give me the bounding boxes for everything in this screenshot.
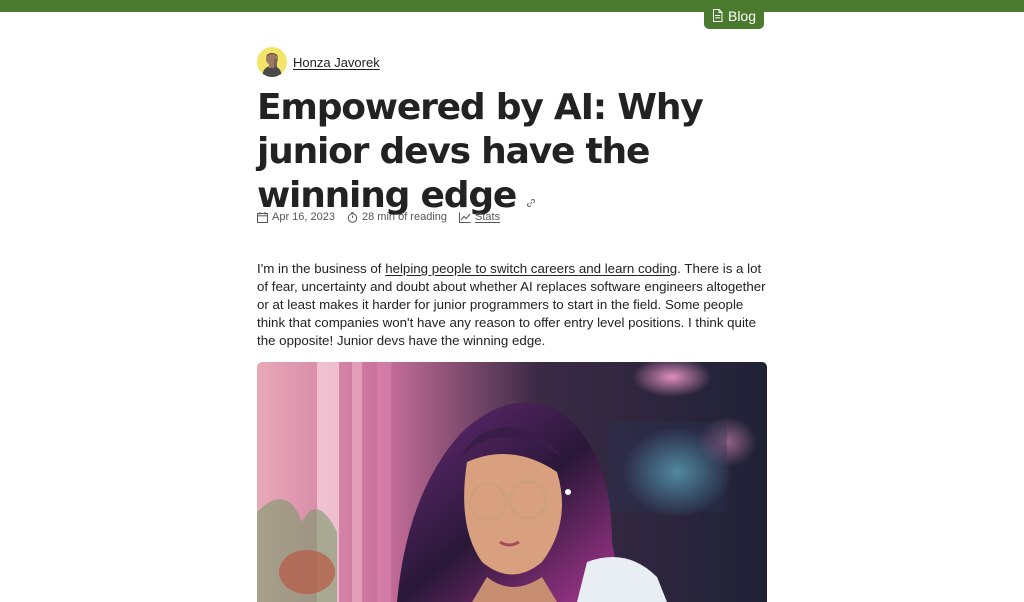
line-chart-icon	[459, 212, 471, 223]
stats-link[interactable]: Stats	[475, 211, 500, 223]
date-meta: Apr 16, 2023	[257, 211, 335, 223]
reading-time-meta: 28 min of reading	[347, 211, 447, 223]
stopwatch-icon	[347, 211, 358, 223]
avatar[interactable]	[257, 47, 287, 77]
article-title-text: Empowered by AI: Why junior devs have th…	[257, 87, 704, 216]
document-icon	[712, 9, 723, 22]
permalink-icon[interactable]	[526, 175, 536, 219]
career-switch-link[interactable]: helping people to switch careers and lea…	[385, 261, 677, 276]
intro-text-before: I'm in the business of	[257, 261, 386, 276]
stats-meta[interactable]: Stats	[459, 211, 500, 223]
top-accent-bar	[0, 0, 1024, 12]
blog-nav-label: Blog	[727, 7, 757, 24]
author-name-link[interactable]: Honza Javorek	[293, 55, 380, 70]
blog-nav-button[interactable]: Blog	[704, 0, 764, 29]
article-date: Apr 16, 2023	[272, 211, 335, 223]
author-byline: Honza Javorek	[257, 47, 380, 77]
article-meta: Apr 16, 2023 28 min of reading Stats	[257, 210, 512, 224]
hero-image	[257, 362, 767, 602]
article-title: Empowered by AI: Why junior devs have th…	[257, 86, 767, 219]
article-intro: I'm in the business of helping people to…	[257, 260, 767, 350]
reading-time: 28 min of reading	[362, 211, 447, 223]
calendar-icon	[257, 211, 268, 223]
